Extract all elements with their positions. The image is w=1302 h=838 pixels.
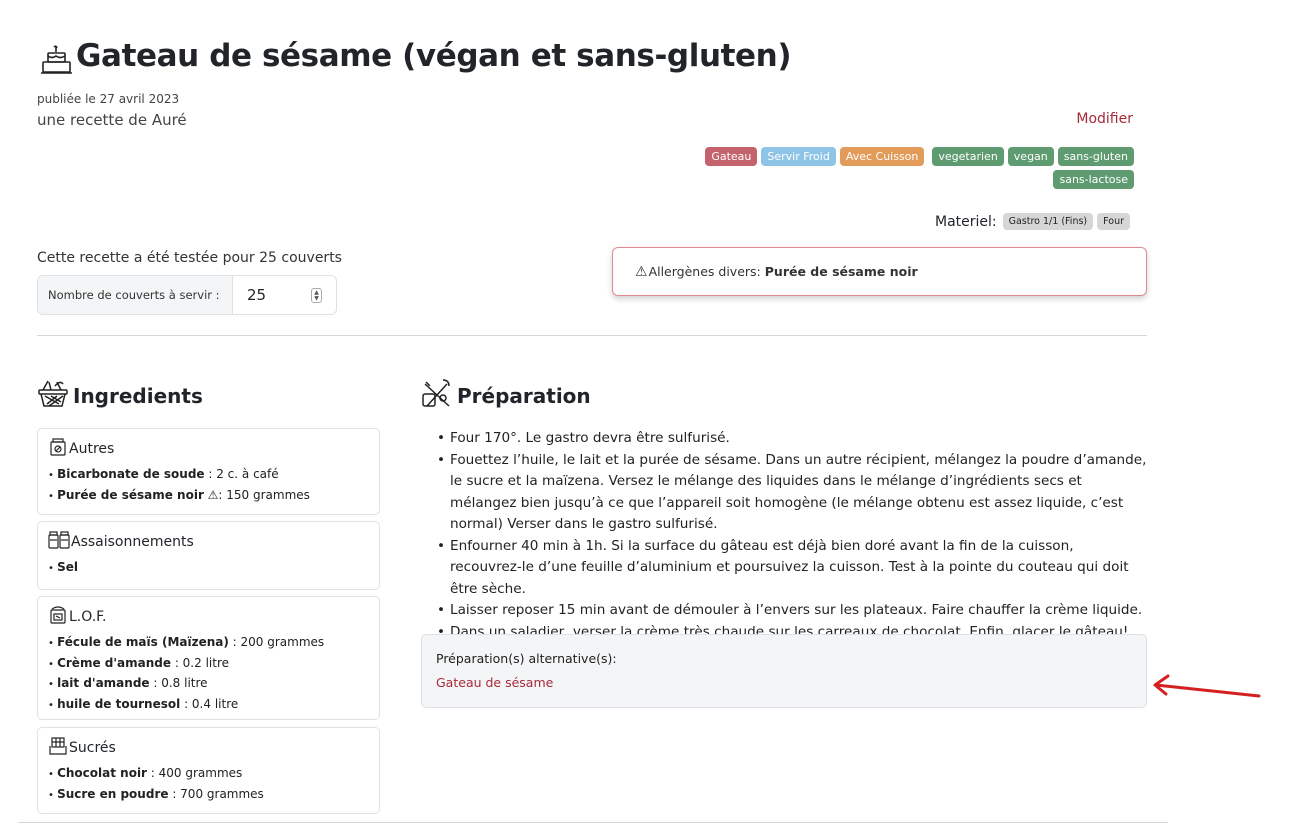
ingredient-item: Sucre en poudre : 700 grammes	[48, 785, 369, 806]
preparation-title: Préparation	[457, 384, 591, 408]
ingredient-group-name: Assaisonnements	[71, 534, 194, 550]
tag-badge: vegan	[1007, 147, 1054, 166]
tag-badge: sans-lactose	[1053, 170, 1134, 189]
tag-badge: Avec Cuisson	[839, 147, 925, 166]
number-spinner[interactable]: ▲ ▼	[311, 288, 322, 303]
spice-jars-icon	[48, 531, 70, 549]
materiel-row: Materiel: Gastro 1/1 (Fins) Four	[935, 213, 1130, 230]
section-divider	[37, 335, 1147, 336]
ingredient-item: Fécule de maïs (Maïzena) : 200 grammes	[48, 633, 369, 654]
allergen-value: Purée de sésame noir	[764, 264, 918, 279]
ingredient-item: lait d'amande : 0.8 litre	[48, 674, 369, 695]
published-date: publiée le 27 avril 2023	[37, 92, 180, 106]
basket-icon	[38, 380, 68, 407]
jar-icon	[50, 438, 66, 456]
ingredient-group-card: Assaisonnements Sel	[37, 521, 380, 590]
ingredient-group-name: Autres	[69, 441, 115, 457]
allergen-alert: ⚠ Allergènes divers: Purée de sésame noi…	[612, 247, 1147, 296]
page-bottom-divider	[18, 822, 1168, 823]
tag-list: Gateau Servir Froid Avec Cuisson vegetar…	[664, 147, 1134, 189]
ingredient-group-name: L.O.F.	[69, 609, 107, 625]
alternative-preparations-box: Préparation(s) alternative(s): Gateau de…	[421, 634, 1147, 708]
ingredient-group-card: L.O.F. Fécule de maïs (Maïzena) : 200 gr…	[37, 596, 380, 720]
ingredient-group-card: Sucrés Chocolat noir : 400 grammes Sucre…	[37, 727, 380, 814]
kitchen-tools-icon	[422, 379, 450, 407]
ingredient-group-card: Autres Bicarbonate de soude : 2 c. à caf…	[37, 428, 380, 515]
preparation-step: Four 170°. Le gastro devra être sulfuris…	[437, 428, 1149, 450]
preparation-heading: Préparation	[421, 378, 591, 408]
edit-link[interactable]: Modifier	[1076, 111, 1133, 127]
ingredient-item: Crème d'amande : 0.2 litre	[48, 654, 369, 675]
alternatives-label: Préparation(s) alternative(s):	[436, 651, 617, 666]
allergen-label: Allergènes divers:	[648, 264, 761, 279]
materiel-badge: Gastro 1/1 (Fins)	[1002, 213, 1094, 230]
materiel-badge: Four	[1097, 213, 1130, 230]
warning-icon: ⚠	[635, 263, 648, 280]
servings-value: 25	[247, 286, 267, 304]
canister-icon	[50, 606, 66, 624]
ingredient-item: Chocolat noir : 400 grammes	[48, 764, 369, 785]
servings-input[interactable]: 25 ▲ ▼	[233, 276, 336, 314]
ingredient-item: Purée de sésame noir ⚠: 150 grammes	[48, 486, 369, 507]
chocolate-icon	[49, 737, 67, 755]
materiel-label: Materiel:	[934, 213, 997, 230]
tested-servings-text: Cette recette a été testée pour 25 couve…	[37, 250, 342, 266]
tag-badge: vegetarien	[932, 147, 1004, 166]
tag-badge: Gateau	[705, 147, 758, 166]
ingredients-title: Ingredients	[73, 384, 203, 408]
ingredient-item: Sel	[48, 558, 369, 579]
cake-icon	[41, 45, 72, 74]
tag-badge: Servir Froid	[761, 147, 836, 166]
ingredients-heading: Ingredients	[37, 378, 203, 408]
ingredient-item: Bicarbonate de soude : 2 c. à café	[48, 465, 369, 486]
servings-input-label: Nombre de couverts à servir :	[38, 276, 233, 314]
recipe-title-row: Gateau de sésame (végan et sans-gluten)	[40, 30, 792, 76]
tag-badge: sans-gluten	[1057, 147, 1134, 166]
preparation-step: Fouettez l’huile, le lait et la purée de…	[437, 450, 1149, 536]
alternative-recipe-link[interactable]: Gateau de sésame	[436, 675, 1132, 690]
preparation-step: Enfourner 40 min à 1h. Si la surface du …	[437, 536, 1149, 601]
ingredient-item: huile de tournesol : 0.4 litre	[48, 695, 369, 716]
preparation-steps: Four 170°. Le gastro devra être sulfuris…	[437, 428, 1149, 643]
page-title: Gateau de sésame (végan et sans-gluten)	[76, 38, 792, 74]
ingredient-group-name: Sucrés	[69, 740, 116, 756]
recipe-author: une recette de Auré	[37, 111, 187, 129]
servings-input-group: Nombre de couverts à servir : 25 ▲ ▼	[37, 275, 337, 315]
preparation-step: Laisser reposer 15 min avant de démouler…	[437, 600, 1149, 622]
annotation-arrow-icon	[1153, 674, 1261, 698]
